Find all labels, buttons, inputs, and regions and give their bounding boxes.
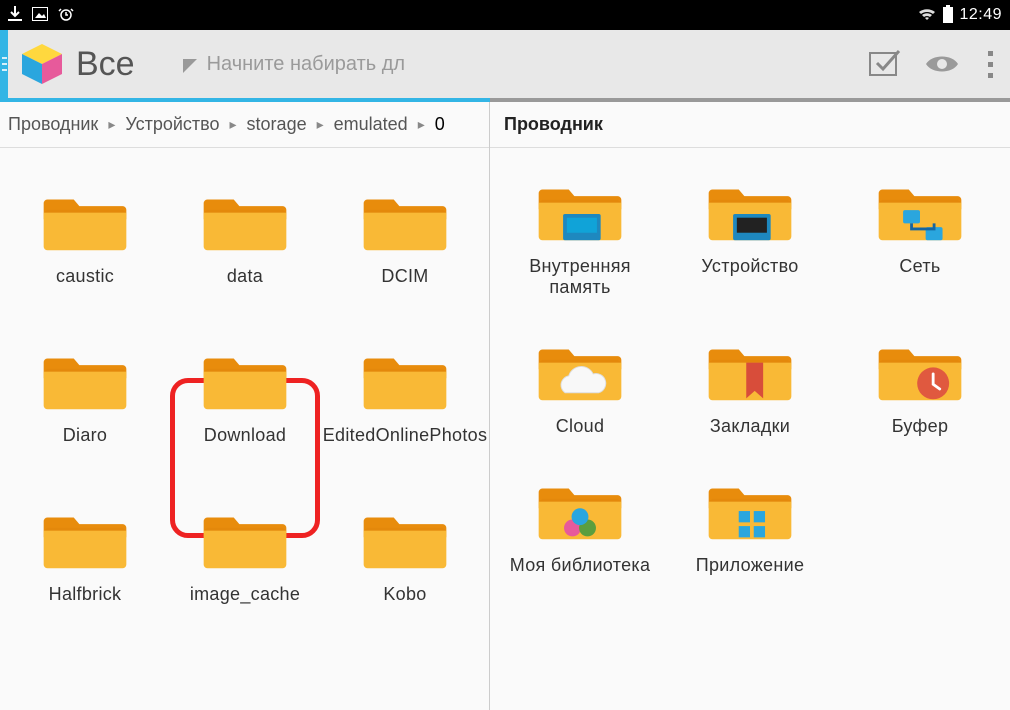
- explorer-item[interactable]: Моя библиотека: [505, 477, 655, 576]
- clock-time: 12:49: [959, 6, 1002, 24]
- folder-label: data: [227, 266, 263, 287]
- folder-label: Буфер: [892, 416, 949, 437]
- folder-item[interactable]: Kobo: [330, 506, 480, 605]
- pane-explorer: Проводник Внутренняя память Устройство Сет…: [490, 102, 1010, 710]
- folder-label: Устройство: [701, 256, 798, 277]
- wifi-icon: [917, 6, 937, 25]
- chevron-right-icon: ▸: [317, 116, 324, 133]
- battery-icon: [943, 5, 953, 26]
- folder-item[interactable]: data: [170, 188, 320, 287]
- explorer-item[interactable]: Закладки: [675, 338, 825, 437]
- folder-icon: [360, 347, 450, 417]
- folder-icon: [705, 477, 795, 547]
- android-statusbar: 12:49: [0, 0, 1010, 30]
- folder-icon: [705, 338, 795, 408]
- chevron-right-icon: ▸: [230, 116, 237, 133]
- folder-icon: [40, 506, 130, 576]
- folder-item[interactable]: EditedOnlinePhotos: [330, 347, 480, 446]
- folder-item[interactable]: Download: [170, 347, 320, 446]
- folder-item[interactable]: DCIM: [330, 188, 480, 287]
- folder-icon: [40, 347, 130, 417]
- folder-icon: [200, 506, 290, 576]
- search-input[interactable]: [207, 44, 472, 84]
- explorer-item[interactable]: Буфер: [845, 338, 995, 437]
- folder-label: DCIM: [381, 266, 428, 287]
- chevron-right-icon: ▸: [418, 116, 425, 133]
- select-button[interactable]: [858, 36, 914, 92]
- crumb[interactable]: emulated: [334, 114, 408, 135]
- explorer-title: Проводник: [490, 102, 1010, 148]
- folder-icon: [875, 178, 965, 248]
- folder-item[interactable]: Halfbrick: [10, 506, 160, 605]
- app-logo[interactable]: [8, 30, 76, 98]
- folder-item[interactable]: Diaro: [10, 347, 160, 446]
- folder-grid-left: caustic data DCIM Diaro Download EditedOnline…: [0, 148, 489, 710]
- explorer-item[interactable]: Сеть: [845, 178, 995, 298]
- crumb-current[interactable]: 0: [435, 114, 445, 135]
- folder-icon: [535, 178, 625, 248]
- folder-label: EditedOnlinePhotos: [323, 425, 488, 446]
- explorer-item[interactable]: Внутренняя память: [505, 178, 655, 298]
- filter-dropdown[interactable]: Все: [76, 45, 197, 84]
- filter-label: Все: [76, 45, 135, 84]
- folder-item[interactable]: image_cache: [170, 506, 320, 605]
- folder-label: Diaro: [63, 425, 108, 446]
- folder-grid-right: Внутренняя память Устройство Сеть Cloud Закл…: [490, 148, 1010, 710]
- breadcrumb[interactable]: Проводник ▸ Устройство ▸ storage ▸ emula…: [0, 102, 489, 148]
- folder-label: Внутренняя память: [505, 256, 655, 298]
- folder-label: Halfbrick: [49, 584, 122, 605]
- folder-icon: [535, 338, 625, 408]
- explorer-item[interactable]: Устройство: [675, 178, 825, 298]
- folder-label: Download: [204, 425, 286, 446]
- folder-label: image_cache: [190, 584, 300, 605]
- folder-item[interactable]: caustic: [10, 188, 160, 287]
- folder-label: Закладки: [710, 416, 790, 437]
- pane-current-folder: Проводник ▸ Устройство ▸ storage ▸ emula…: [0, 102, 490, 710]
- folder-label: Kobo: [383, 584, 426, 605]
- crumb[interactable]: storage: [247, 114, 307, 135]
- download-icon: [8, 6, 22, 25]
- explorer-item[interactable]: Приложение: [675, 477, 825, 576]
- alarm-icon: [58, 6, 74, 25]
- app-toolbar: Все: [0, 30, 1010, 102]
- explorer-item[interactable]: Cloud: [505, 338, 655, 437]
- chevron-right-icon: ▸: [108, 116, 115, 133]
- folder-label: Сеть: [899, 256, 940, 277]
- folder-label: Моя библиотека: [510, 555, 651, 576]
- folder-icon: [200, 188, 290, 258]
- folder-icon: [535, 477, 625, 547]
- dropdown-triangle-icon: [183, 59, 197, 78]
- folder-label: Приложение: [696, 555, 805, 576]
- crumb[interactable]: Устройство: [125, 114, 219, 135]
- folder-label: caustic: [56, 266, 114, 287]
- folder-icon: [705, 178, 795, 248]
- folder-icon: [360, 188, 450, 258]
- folder-icon: [875, 338, 965, 408]
- folder-label: Cloud: [556, 416, 605, 437]
- gallery-icon: [32, 7, 48, 24]
- folder-icon: [40, 188, 130, 258]
- folder-icon: [360, 506, 450, 576]
- overflow-menu[interactable]: [970, 36, 1010, 92]
- crumb[interactable]: Проводник: [8, 114, 98, 135]
- drawer-handle[interactable]: [0, 30, 8, 98]
- visibility-button[interactable]: [914, 36, 970, 92]
- folder-icon: [200, 347, 290, 417]
